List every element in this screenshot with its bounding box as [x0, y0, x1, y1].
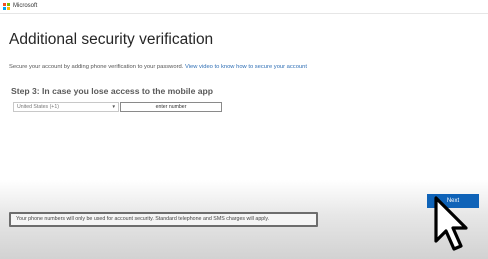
logo-square-blue	[3, 7, 6, 10]
logo-square-red	[3, 3, 6, 6]
mouse-pointer-icon	[434, 196, 468, 251]
page-title: Additional security verification	[9, 31, 214, 48]
security-verification-page: Microsoft Additional security verificati…	[0, 0, 488, 259]
country-code-select[interactable]: United States (+1) ▼	[13, 102, 119, 112]
phone-number-input[interactable]	[120, 102, 222, 112]
microsoft-logo-icon	[3, 3, 10, 10]
intro-description: Secure your account by adding phone veri…	[9, 64, 184, 70]
country-code-value: United States (+1)	[17, 104, 59, 110]
top-bar: Microsoft	[0, 0, 488, 14]
chevron-down-icon: ▼	[111, 104, 116, 109]
cursor-arrow-shape	[434, 196, 468, 251]
logo-square-yellow	[7, 7, 10, 10]
video-help-link[interactable]: View video to know how to secure your ac…	[185, 64, 307, 70]
logo-square-green	[7, 3, 10, 6]
privacy-notice: Your phone numbers will only be used for…	[9, 212, 318, 227]
step-title: Step 3: In case you lose access to the m…	[11, 86, 214, 96]
brand-name: Microsoft	[13, 3, 38, 9]
intro-text: Secure your account by adding phone veri…	[9, 64, 307, 70]
